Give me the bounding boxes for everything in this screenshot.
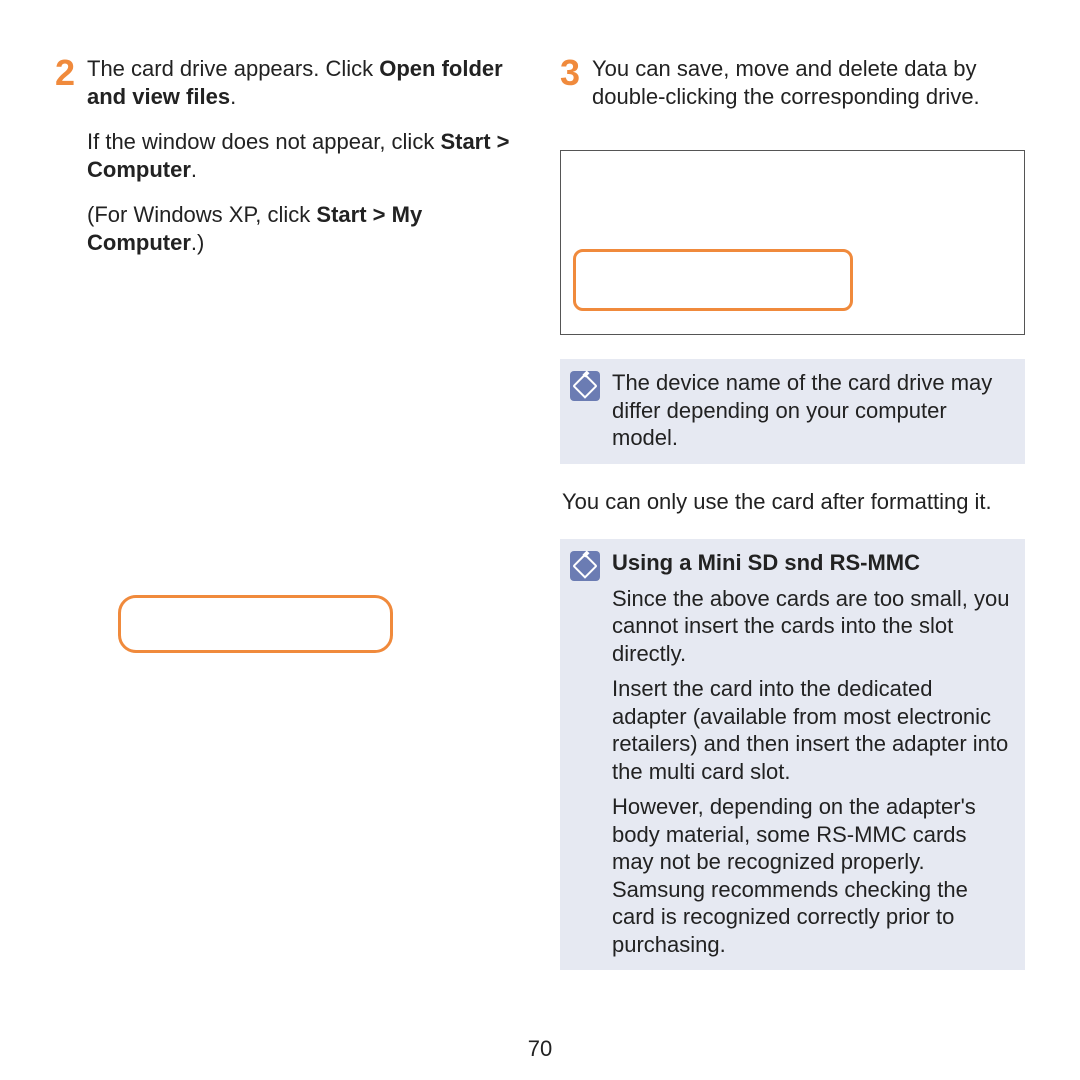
note-mini-sd: Using a Mini SD snd RS-MMC Since the abo… (560, 539, 1025, 970)
note-mini-sd-p2: Insert the card into the dedicated adapt… (612, 675, 1011, 785)
format-card-paragraph: You can only use the card after formatti… (560, 488, 1025, 516)
note-device-name-paragraph: The device name of the card drive may di… (612, 369, 1011, 452)
step-2-paragraph-3: (For Windows XP, click Start > My Comput… (87, 201, 520, 256)
note-mini-sd-p1: Since the above cards are too small, you… (612, 585, 1011, 668)
step-2-body: The card drive appears. Click Open folde… (87, 55, 520, 274)
note-device-name: The device name of the card drive may di… (560, 359, 1025, 464)
note-mini-sd-text: Using a Mini SD snd RS-MMC Since the abo… (612, 549, 1011, 958)
pencil-note-icon (570, 371, 600, 401)
page-number: 70 (0, 1036, 1080, 1062)
step-2-number: 2 (55, 55, 79, 91)
drive-window-illustration (560, 150, 1025, 335)
step-3-paragraph-1: You can save, move and delete data by do… (592, 55, 1025, 110)
drive-highlight-box (573, 249, 853, 311)
left-column: 2 The card drive appears. Click Open fol… (55, 55, 520, 994)
note-mini-sd-p3: However, depending on the adapter's body… (612, 793, 1011, 958)
pencil-note-icon (570, 551, 600, 581)
step-2-paragraph-2: If the window does not appear, click Sta… (87, 128, 520, 183)
step-3-body: You can save, move and delete data by do… (592, 55, 1025, 128)
note-mini-sd-title: Using a Mini SD snd RS-MMC (612, 549, 1011, 577)
step-3: 3 You can save, move and delete data by … (560, 55, 1025, 128)
step-3-number: 3 (560, 55, 584, 91)
left-highlight-box (118, 595, 393, 653)
note-device-name-text: The device name of the card drive may di… (612, 369, 1011, 452)
step-2-paragraph-1: The card drive appears. Click Open folde… (87, 55, 520, 110)
step-2: 2 The card drive appears. Click Open fol… (55, 55, 520, 274)
right-column: 3 You can save, move and delete data by … (560, 55, 1025, 994)
